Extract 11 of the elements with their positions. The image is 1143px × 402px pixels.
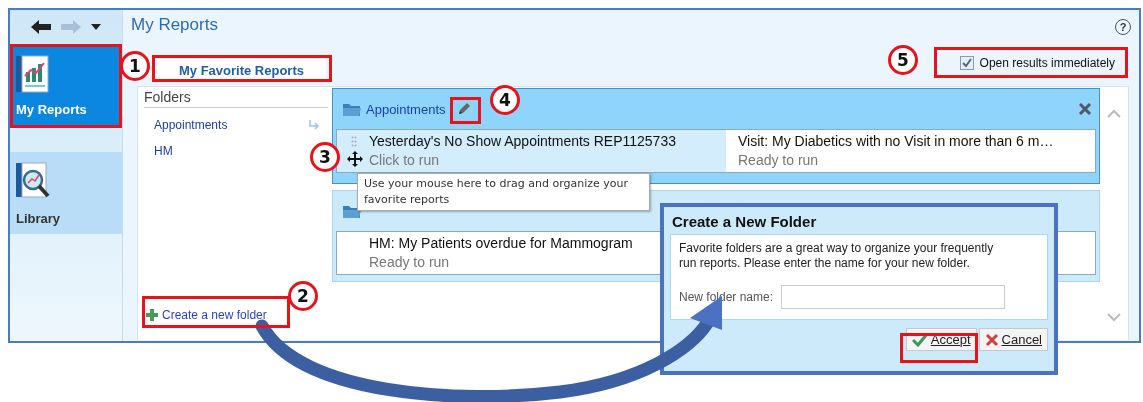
report-title: Yesterday's No Show Appointments REP1125733	[369, 133, 676, 149]
report-status: Ready to run	[738, 152, 819, 168]
folders-heading: Folders	[144, 89, 328, 108]
tooltip: Use your mouse here to drag and organize your favorite reports	[357, 173, 650, 211]
report-title: Visit: My Diabetics with no Visit in more than 6 m…	[738, 133, 1054, 149]
report-status: Click to run	[369, 152, 440, 168]
dialog-message: Favorite folders are a great way to organize your frequently run reports. Please enter the name for your new folder.	[679, 241, 995, 271]
page-title: My Reports	[131, 15, 218, 35]
report-title: HM: My Patients overdue for Mammogram	[369, 235, 633, 251]
report-status: Ready to run	[369, 254, 450, 270]
dialog-title: Create a New Folder	[671, 212, 818, 232]
